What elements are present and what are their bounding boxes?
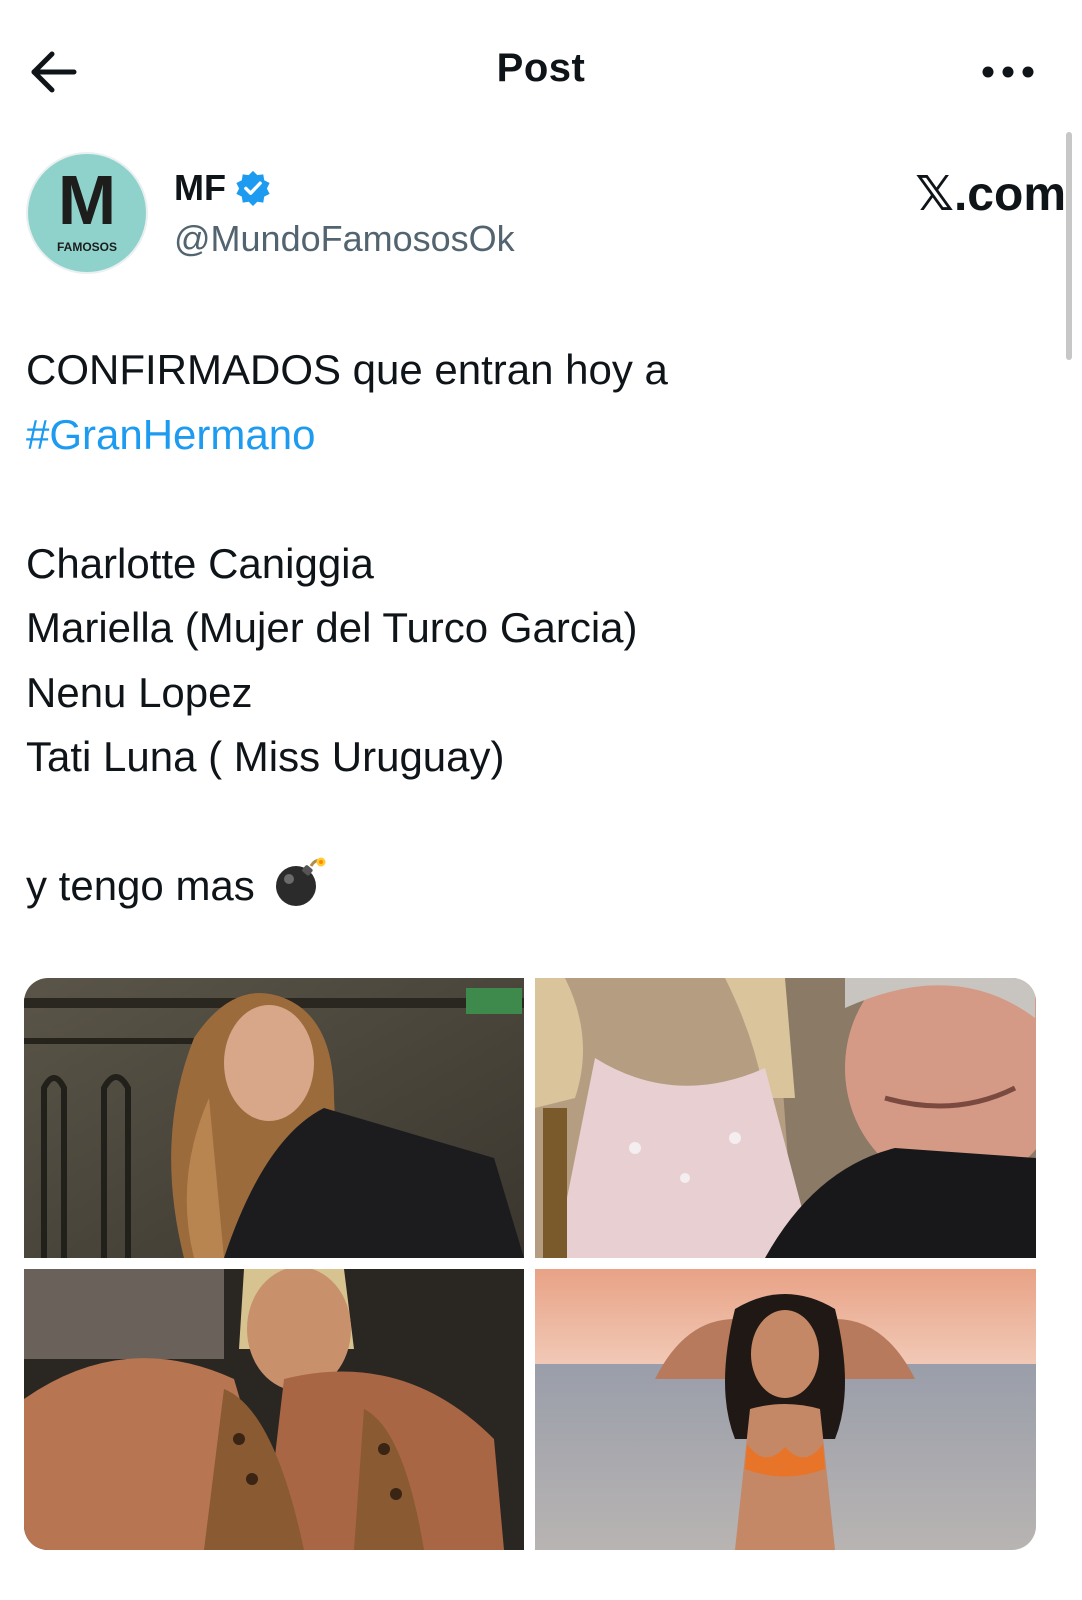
scrollbar[interactable] (1066, 132, 1072, 360)
hashtag-link[interactable]: #GranHermano (26, 411, 315, 458)
verified-badge-icon (236, 170, 270, 207)
page-title: Post (496, 46, 586, 90)
avatar-caption: FAMOSOS (56, 240, 117, 254)
photo-3[interactable] (24, 1269, 524, 1550)
top-bar: Post (0, 0, 1082, 140)
watermark: 𝕏.com (915, 168, 1066, 221)
post-line: CONFIRMADOS que entran hoy a (26, 346, 668, 393)
more-options-button[interactable] (978, 54, 1038, 90)
media-grid (24, 978, 1036, 1550)
post-closing: y tengo mas (26, 862, 255, 909)
photo-2[interactable] (535, 978, 1036, 1258)
contestant-name: Tati Luna ( Miss Uruguay) (26, 733, 505, 780)
avatar-letter: M (57, 161, 117, 239)
photo-1[interactable] (24, 978, 524, 1258)
user-handle[interactable]: @MundoFamososOk (174, 218, 515, 260)
display-name[interactable]: MF (174, 167, 226, 209)
photo-4[interactable] (535, 1269, 1036, 1550)
contestant-name: Mariella (Mujer del Turco Garcia) (26, 604, 638, 651)
more-horizontal-icon (982, 66, 1034, 78)
post-author: M FAMOSOS MF @MundoFamososOk 𝕏.com (26, 152, 1066, 282)
post-text: CONFIRMADOS que entran hoy a #GranHerman… (26, 338, 1026, 919)
name-row: MF (174, 166, 272, 210)
contestant-name: Charlotte Caniggia (26, 539, 374, 587)
avatar[interactable]: M FAMOSOS (26, 152, 148, 274)
contestant-name: Nenu Lopez (26, 668, 253, 716)
bomb-icon (276, 857, 326, 906)
